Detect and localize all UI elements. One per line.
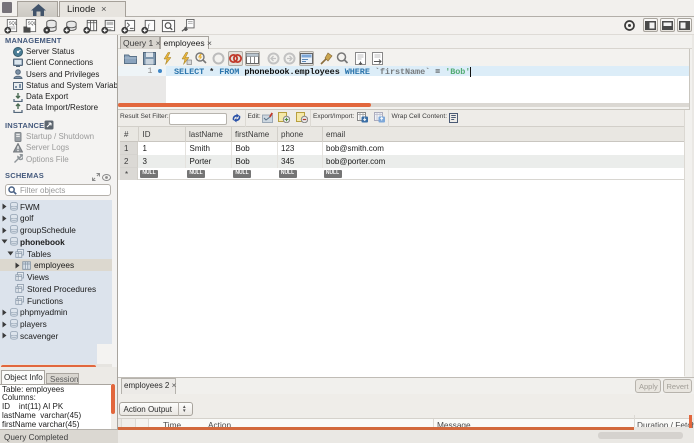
- svg-text:SQL: SQL: [27, 20, 36, 25]
- svg-text:SQL: SQL: [8, 20, 17, 25]
